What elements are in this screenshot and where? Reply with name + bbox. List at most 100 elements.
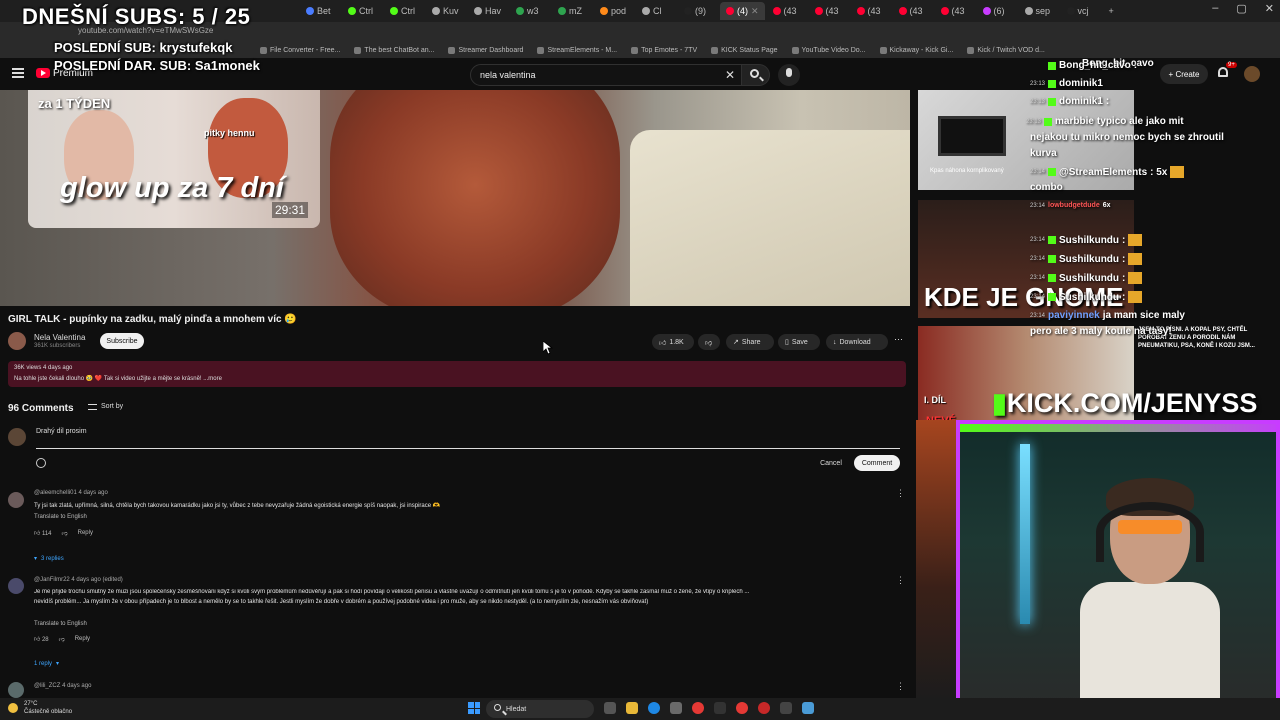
file-explorer-icon[interactable] xyxy=(626,702,638,714)
browser-tab[interactable]: (43 xyxy=(893,2,933,20)
clear-search-icon[interactable]: ✕ xyxy=(725,68,735,82)
subscribe-button[interactable]: Subscribe xyxy=(100,333,144,349)
comment-author[interactable]: @JanFilmr22 4 days ago (edited) xyxy=(34,577,123,583)
browser-tab[interactable]: (43 xyxy=(935,2,975,20)
comment-reply-button[interactable]: Reply xyxy=(78,530,93,536)
comment-avatar[interactable] xyxy=(8,578,24,594)
browser-tab[interactable]: Cl xyxy=(636,2,676,20)
comment-more-icon[interactable]: ⋮ xyxy=(896,681,905,692)
view-replies-button[interactable]: 1 reply ▾ xyxy=(34,660,59,668)
task-view-icon[interactable] xyxy=(604,702,616,714)
translate-link[interactable]: Translate to English xyxy=(34,514,87,520)
browser-tab[interactable]: sep xyxy=(1019,2,1059,20)
edge-icon[interactable] xyxy=(648,702,660,714)
bookmark-item[interactable]: Kick / Twitch VOD d... xyxy=(967,46,1045,54)
comment-like-button[interactable]: 👍︎ 28 xyxy=(34,635,49,643)
obs-icon[interactable] xyxy=(758,702,770,714)
bookmark-item[interactable]: StreamElements - M... xyxy=(537,46,617,54)
save-button[interactable]: ▯ Save xyxy=(778,334,820,350)
close-tab-icon[interactable]: ✕ xyxy=(751,6,759,17)
share-button[interactable]: ↗ Share xyxy=(726,334,774,350)
browser-tab[interactable]: (9) xyxy=(678,2,718,20)
browser-tab[interactable]: Ctrl xyxy=(342,2,382,20)
browser-tab-active[interactable]: (4) ✕ xyxy=(720,2,765,20)
translate-link[interactable]: Translate to English xyxy=(34,621,87,627)
comment-more-icon[interactable]: ⋮ xyxy=(896,575,905,586)
chat-message: 23:14 Sushilkundu: xyxy=(1030,272,1143,284)
comment-input[interactable]: Drahý dil prosim xyxy=(36,428,87,435)
view-replies-button[interactable]: ▾ 3 replies xyxy=(34,555,64,563)
comment-actions: 👍︎ 114 👎︎ Reply xyxy=(34,529,93,537)
kick-badge-icon xyxy=(1048,236,1057,244)
comment-author[interactable]: @lili_ZCZ 4 days ago xyxy=(34,683,91,689)
emoji-icon[interactable] xyxy=(36,458,46,468)
comment-dislike-button[interactable]: 👎︎ xyxy=(62,529,68,537)
voice-search-button[interactable] xyxy=(778,64,800,86)
like-button[interactable]: 👍︎ 1.8K xyxy=(652,334,694,350)
comment-dislike-button[interactable]: 👎︎ xyxy=(59,635,65,643)
chrome-profile-icon[interactable] xyxy=(736,702,748,714)
store-icon[interactable] xyxy=(670,702,682,714)
terminal-icon[interactable] xyxy=(714,702,726,714)
search-button[interactable] xyxy=(742,64,770,86)
bookmark-icon xyxy=(967,46,975,54)
bookmark-item[interactable]: KICK Status Page xyxy=(711,46,778,54)
close-window-icon[interactable]: ✕ xyxy=(1265,2,1274,15)
maximize-icon[interactable]: ▢ xyxy=(1236,2,1246,15)
bookmark-icon xyxy=(537,46,545,54)
minimize-icon[interactable]: – xyxy=(1212,2,1218,15)
channel-name[interactable]: Nela Valentina xyxy=(34,333,85,342)
search-query[interactable]: nela valentina xyxy=(480,70,536,80)
weather-widget[interactable]: 27°C Částečně oblačno xyxy=(24,700,72,716)
search-icon xyxy=(494,704,501,711)
browser-tab[interactable]: (43 xyxy=(809,2,849,20)
channel-avatar[interactable] xyxy=(8,332,26,350)
browser-tab[interactable]: mZ xyxy=(552,2,592,20)
bookmark-item[interactable]: Top Emotes - 7TV xyxy=(631,46,697,54)
browser-tab[interactable]: (43 xyxy=(767,2,807,20)
comment-submit-button[interactable]: Comment xyxy=(854,455,900,471)
browser-tab[interactable]: w3 xyxy=(510,2,550,20)
chat-message: 23:14 Sushilkundu: xyxy=(1030,291,1143,303)
bookmark-item[interactable]: File Converter - Free... xyxy=(260,46,340,54)
streamer-webcam xyxy=(956,420,1280,720)
comment-more-icon[interactable]: ⋮ xyxy=(896,488,905,499)
comment-avatar[interactable] xyxy=(8,492,24,508)
comment-like-button[interactable]: 👍︎ 114 xyxy=(34,529,52,537)
browser-tab[interactable]: (43 xyxy=(851,2,891,20)
taskbar-search[interactable]: Hledat xyxy=(486,700,594,718)
chrome-icon[interactable] xyxy=(692,702,704,714)
cancel-button[interactable]: Cancel xyxy=(814,456,848,470)
bookmark-item[interactable]: Streamer Dashboard xyxy=(448,46,523,54)
download-button[interactable]: ↓ Download xyxy=(826,334,888,350)
notepad-icon[interactable] xyxy=(802,702,814,714)
browser-tab[interactable]: pod xyxy=(594,2,634,20)
comment-author[interactable]: @aleemchelli01 4 days ago xyxy=(34,490,108,496)
kick-badge-icon xyxy=(1048,97,1057,106)
dislike-button[interactable]: 👎︎ xyxy=(698,334,720,350)
bookmark-item[interactable]: Kickaway - Kick Gi... xyxy=(879,46,953,54)
bookmark-item[interactable]: The best ChatBot an... xyxy=(354,46,434,54)
hamburger-menu-icon[interactable] xyxy=(12,68,24,78)
video-player[interactable]: za 1 TÝDEN pitky hennu glow up za 7 dní … xyxy=(0,90,910,306)
description-box[interactable]: 36K views 4 days ago Na tohle jste čekal… xyxy=(8,361,906,387)
comment-reply-button[interactable]: Reply xyxy=(75,636,90,642)
comments-count: 96 Comments xyxy=(8,403,74,414)
browser-tab[interactable]: vcj xyxy=(1061,2,1101,20)
bookmark-item[interactable]: YouTube Video Do... xyxy=(791,46,866,54)
next-video-thumbnail[interactable]: za 1 TÝDEN pitky hennu glow up za 7 dní … xyxy=(28,90,320,228)
youtube-logo-icon[interactable] xyxy=(36,68,50,78)
more-actions-icon[interactable]: ⋯ xyxy=(894,334,904,348)
browser-tab[interactable]: (6) xyxy=(977,2,1017,20)
browser-tab[interactable]: Kuv xyxy=(426,2,466,20)
browser-tab[interactable]: Ctrl xyxy=(384,2,424,20)
app-icon[interactable] xyxy=(780,702,792,714)
bookmark-icon xyxy=(711,46,719,54)
browser-tab[interactable]: Bet xyxy=(300,2,340,20)
browser-tab[interactable]: Hav xyxy=(468,2,508,20)
sort-by-button[interactable]: Sort by xyxy=(88,403,123,410)
search-input[interactable]: nela valentina ✕ xyxy=(470,64,742,86)
windows-start-icon[interactable] xyxy=(468,702,480,714)
new-tab-button[interactable]: + xyxy=(1103,2,1143,20)
comment-avatar[interactable] xyxy=(8,682,24,698)
